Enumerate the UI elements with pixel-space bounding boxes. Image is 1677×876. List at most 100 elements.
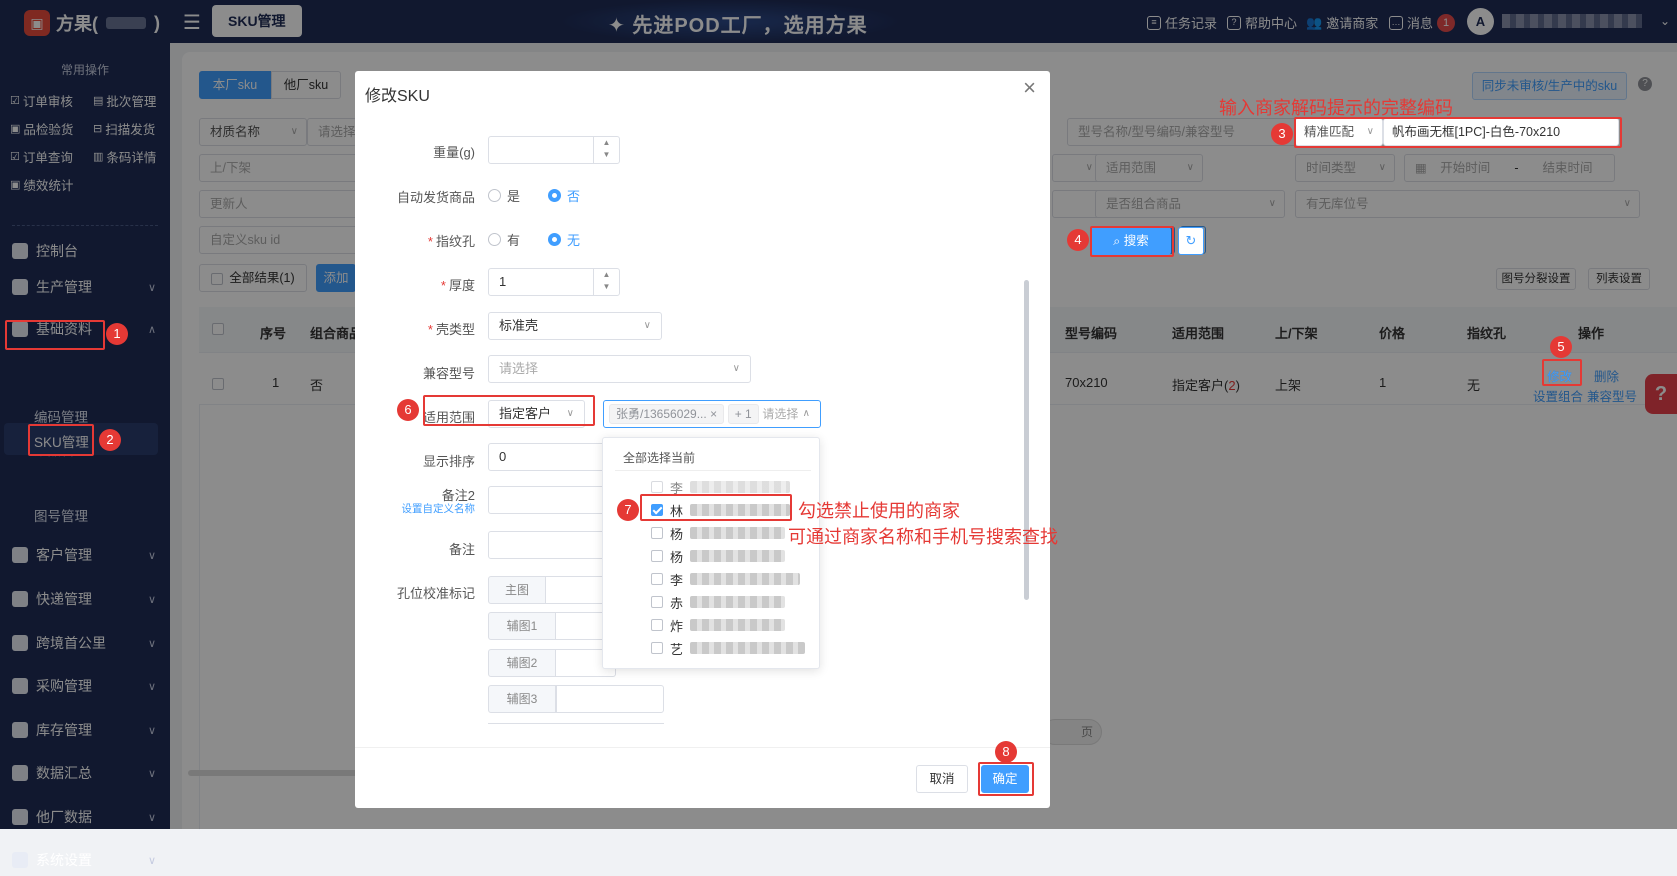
dropdown-option[interactable]: 赤	[651, 594, 786, 611]
chevron-down-icon: ∨	[732, 363, 740, 374]
annotation-box-edit	[1542, 359, 1582, 386]
aux3-pic-input[interactable]	[556, 685, 664, 713]
annotation-tip-search: 可通过商家名称和手机号搜索查找	[788, 527, 1058, 547]
annotation-number: 6	[397, 399, 419, 421]
modal-title: 修改SKU	[365, 88, 430, 105]
sort-value: 0	[499, 449, 507, 464]
radio-circle-checked	[548, 233, 561, 246]
more-tag: + 1	[727, 404, 759, 424]
compatible-label: 兼容型号	[422, 366, 475, 381]
sort-stepper[interactable]: 0	[488, 443, 620, 471]
shell-type-label-text: 壳类型	[435, 322, 475, 337]
refresh-icon[interactable]: ↻	[1178, 227, 1204, 255]
annotation-number: 2	[99, 429, 121, 451]
dropdown-divider	[615, 470, 811, 471]
compatible-placeholder: 请选择	[499, 361, 539, 376]
weight-stepper[interactable]: ▲ ▼	[488, 136, 620, 164]
stepper-arrows-icon[interactable]: ▲ ▼	[593, 137, 619, 163]
option-redacted	[690, 596, 786, 608]
customer-tag: 张勇/13656029... ×	[609, 404, 725, 424]
auto-ship-yes-radio[interactable]: 是	[488, 186, 520, 205]
shell-type-value: 标准壳	[499, 318, 539, 333]
scroll-cutoff	[488, 723, 664, 728]
dropdown-option[interactable]: 炸	[651, 617, 786, 634]
annotation-box-search-button	[1090, 226, 1174, 257]
shell-type-select[interactable]: 标准壳 ∨	[488, 312, 662, 340]
annotation-box-scope	[423, 395, 595, 426]
option-checkbox	[651, 527, 663, 539]
remark-input[interactable]	[488, 531, 608, 559]
weight-label: 重量(g)	[433, 145, 475, 160]
nav-label: 系统设置	[36, 852, 92, 868]
radio-label: 无	[567, 233, 581, 248]
option-redacted	[690, 642, 806, 654]
scope-customers-select[interactable]: 张勇/13656029... × + 1 请选择 ∧	[603, 400, 821, 428]
aux2-pic-label: 辅图2	[488, 649, 556, 677]
option-label: 炸	[670, 618, 684, 634]
dropdown-option[interactable]: 杨	[651, 525, 786, 542]
annotation-number: 8	[995, 741, 1017, 763]
option-redacted	[690, 619, 786, 631]
radio-circle	[488, 189, 501, 202]
fingerprint-have-radio[interactable]: 有	[488, 230, 520, 249]
dropdown-option[interactable]: 李	[651, 571, 801, 588]
compatible-select[interactable]: 请选择 ∨	[488, 355, 751, 383]
hole-calibration-label: 孔位校准标记	[396, 586, 475, 601]
customer-dropdown: 全部选择当前 李 林 杨 杨 李 赤 炸 艺	[602, 437, 820, 669]
option-redacted	[690, 481, 791, 493]
option-checkbox	[651, 596, 663, 608]
radio-circle	[488, 233, 501, 246]
stepper-arrows-icon[interactable]: ▲ ▼	[593, 269, 619, 295]
annotation-tip-select: 勾选禁止使用的商家	[798, 501, 960, 521]
option-checkbox	[651, 550, 663, 562]
sort-label: 显示排序	[422, 454, 475, 469]
option-redacted	[690, 573, 801, 585]
chevron-down-icon: ∨	[147, 854, 156, 867]
thickness-value: 1	[499, 274, 507, 289]
modal-scrollbar[interactable]	[1024, 280, 1029, 600]
radio-label: 否	[567, 189, 581, 204]
fingerprint-label-text: 指纹孔	[435, 234, 475, 249]
annotation-number: 7	[617, 499, 639, 521]
annotation-number: 1	[106, 323, 128, 345]
option-label: 艺	[670, 641, 684, 657]
option-checkbox	[651, 642, 663, 654]
option-checkbox	[651, 619, 663, 631]
annotation-box-basic-data	[5, 320, 105, 350]
radio-circle-checked	[548, 189, 561, 202]
annotation-box-merchant	[640, 494, 792, 521]
remark2-input[interactable]	[488, 486, 608, 514]
settings-icon	[12, 852, 28, 868]
aux1-pic-label: 辅图1	[488, 612, 556, 640]
annotation-number: 3	[1271, 123, 1293, 145]
shell-type-label: * 壳类型	[427, 322, 475, 337]
fingerprint-none-radio[interactable]: 无	[548, 230, 580, 249]
custom-name-link[interactable]: 设置自定义名称	[355, 501, 476, 516]
cancel-button[interactable]: 取消	[916, 765, 968, 793]
annotation-number: 5	[1550, 336, 1572, 358]
footer-divider	[355, 747, 1050, 748]
tag-close-icon[interactable]: ×	[710, 407, 717, 421]
option-label: 李	[670, 572, 684, 588]
select-all-current[interactable]: 全部选择当前	[623, 449, 695, 466]
thickness-label-text: 厚度	[448, 278, 475, 293]
thickness-stepper[interactable]: 1 ▲ ▼	[488, 268, 620, 296]
fingerprint-label: * 指纹孔	[427, 234, 475, 249]
dropdown-option[interactable]: 杨	[651, 548, 786, 565]
remark-label: 备注	[448, 542, 475, 557]
dropdown-option[interactable]: 艺	[651, 640, 806, 657]
main-pic-label: 主图	[488, 576, 546, 604]
nav-system-settings[interactable]: 系统设置 ∨	[12, 844, 162, 876]
option-checkbox	[651, 573, 663, 585]
annotation-number: 4	[1067, 229, 1089, 251]
close-icon[interactable]: ×	[1023, 75, 1036, 101]
customer-tag-label: 张勇/13656029...	[616, 407, 707, 421]
radio-label: 有	[507, 233, 521, 248]
option-redacted	[690, 550, 786, 562]
annotation-box-search-code	[1294, 117, 1622, 148]
chevron-up-icon: ∧	[802, 408, 810, 419]
dropdown-option[interactable]: 李	[651, 479, 791, 496]
auto-ship-no-radio[interactable]: 否	[548, 186, 580, 205]
annotation-box-sku-management	[28, 424, 94, 456]
annotation-box-confirm	[978, 762, 1034, 796]
